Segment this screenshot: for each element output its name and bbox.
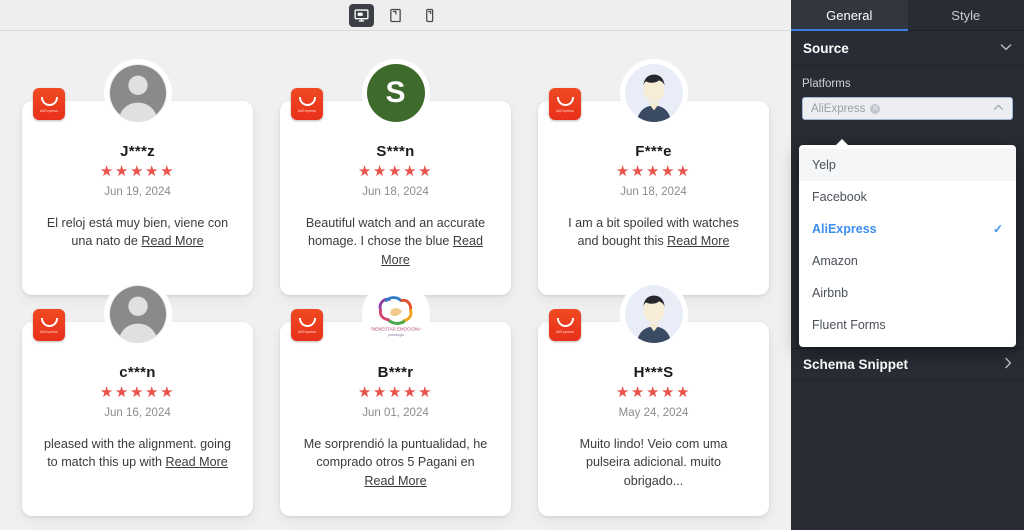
avatar: S	[366, 64, 425, 122]
aliexpress-badge-icon: AliExpress	[549, 88, 581, 120]
badge-label: AliExpress	[297, 329, 317, 334]
aliexpress-badge-icon: AliExpress	[549, 309, 581, 341]
review-text: I am a bit spoiled with watches and boug…	[554, 214, 753, 252]
avatar	[624, 285, 683, 343]
reviewer-name: B***r	[377, 364, 414, 381]
review-date: May 24, 2024	[618, 406, 689, 419]
badge-label: AliExpress	[39, 329, 59, 334]
review-body: Muito lindo! Veio com uma pulseira adici…	[579, 436, 728, 489]
review-date: Jun 18, 2024	[620, 185, 687, 198]
dropdown-option-fluent-forms[interactable]: Fluent Forms	[799, 309, 1016, 341]
platforms-label: Platforms	[802, 78, 851, 90]
reviews-grid: AliExpress J***z ★★★★★ Jun 19, 2024 El r…	[0, 31, 791, 530]
review-body: Me sorprendió la puntualidad, he comprad…	[303, 436, 488, 470]
review-card[interactable]: AliExpress BIENESTAR EMOCIONA psicologia…	[280, 285, 511, 516]
section-source[interactable]: Source	[791, 31, 1024, 66]
chevron-right-icon	[1004, 357, 1012, 372]
rating-stars: ★★★★★	[357, 163, 434, 180]
review-text: pleased with the alignment. going to mat…	[38, 435, 237, 473]
avatar: BIENESTAR EMOCIONA psicologia	[366, 285, 425, 343]
avatar	[108, 64, 167, 122]
read-more-link[interactable]: Read More	[667, 234, 729, 248]
review-card[interactable]: AliExpress c***n ★★★★★ Jun 16, 2024 plea…	[22, 285, 253, 516]
review-date: Jun 18, 2024	[362, 185, 429, 198]
panel-tabs: General Style	[791, 0, 1024, 31]
desktop-icon[interactable]	[349, 3, 374, 27]
chip-label: AliExpress	[811, 102, 866, 115]
option-label: Fluent Forms	[812, 318, 886, 332]
review-text: Me sorprendió la puntualidad, he comprad…	[296, 435, 495, 492]
avatar	[108, 285, 167, 343]
read-more-link[interactable]: Read More	[165, 455, 227, 469]
section-schema-snippet[interactable]: Schema Snippet	[791, 348, 1024, 381]
dropdown-option-aliexpress[interactable]: AliExpress ✓	[799, 213, 1016, 245]
review-card[interactable]: AliExpress H***S ★★★★★ May 24, 2024 Muit…	[538, 285, 769, 516]
read-more-link[interactable]: Read More	[364, 474, 426, 488]
rating-stars: ★★★★★	[615, 163, 692, 180]
review-date: Jun 16, 2024	[104, 406, 171, 419]
reviewer-name: F***e	[635, 143, 672, 160]
review-card[interactable]: AliExpress F***e ★★★★★ Jun 18, 2024 I am…	[538, 64, 769, 295]
rating-stars: ★★★★★	[357, 384, 434, 401]
rating-stars: ★★★★★	[615, 384, 692, 401]
platforms-dropdown: Yelp Facebook AliExpress ✓ Amazon Airbnb …	[799, 139, 1016, 347]
review-text: Beautiful watch and an accurate homage. …	[296, 214, 495, 271]
badge-label: AliExpress	[297, 108, 317, 113]
selected-platform-chip[interactable]: AliExpress ✕	[811, 102, 881, 115]
option-label: AliExpress	[812, 222, 877, 236]
schema-snippet-title: Schema Snippet	[803, 357, 909, 372]
badge-label: AliExpress	[555, 108, 575, 113]
platforms-select[interactable]: AliExpress ✕	[802, 97, 1013, 120]
reviewer-name: S***n	[376, 143, 415, 160]
dropdown-option-airbnb[interactable]: Airbnb	[799, 277, 1016, 309]
preview-area: AliExpress J***z ★★★★★ Jun 19, 2024 El r…	[0, 0, 791, 530]
dropdown-option-facebook[interactable]: Facebook	[799, 181, 1016, 213]
aliexpress-badge-icon: AliExpress	[291, 88, 323, 120]
chevron-down-icon	[1000, 43, 1012, 54]
review-text: El reloj está muy bien, viene con una na…	[38, 214, 237, 252]
aliexpress-badge-icon: AliExpress	[291, 309, 323, 341]
tab-general[interactable]: General	[791, 0, 908, 31]
review-text: Muito lindo! Veio com uma pulseira adici…	[554, 435, 753, 492]
tab-style[interactable]: Style	[907, 0, 1024, 30]
option-label: Airbnb	[812, 286, 849, 300]
logo-title: BIENESTAR EMOCIONA	[370, 326, 420, 331]
settings-panel: General Style Source Platforms AliExpres…	[791, 0, 1024, 530]
badge-label: AliExpress	[39, 108, 59, 113]
device-toolbar	[0, 0, 791, 31]
avatar-initial: S	[366, 64, 425, 122]
logo-subtitle: psicologia	[388, 333, 403, 337]
rating-stars: ★★★★★	[99, 384, 176, 401]
option-label: Amazon	[812, 254, 858, 268]
dropdown-option-amazon[interactable]: Amazon	[799, 245, 1016, 277]
review-card[interactable]: AliExpress J***z ★★★★★ Jun 19, 2024 El r…	[22, 64, 253, 295]
app-root: AliExpress J***z ★★★★★ Jun 19, 2024 El r…	[0, 0, 1024, 530]
option-label: Yelp	[812, 158, 836, 172]
reviewer-name: H***S	[633, 364, 674, 381]
tablet-icon[interactable]	[383, 4, 408, 27]
reviewer-name: J***z	[120, 143, 155, 160]
reviews-canvas: AliExpress J***z ★★★★★ Jun 19, 2024 El r…	[0, 31, 791, 530]
chevron-up-icon[interactable]	[993, 103, 1004, 114]
avatar	[624, 64, 683, 122]
option-label: Facebook	[812, 190, 867, 204]
reviewer-name: c***n	[119, 364, 156, 381]
dropdown-option-yelp[interactable]: Yelp	[799, 149, 1016, 181]
badge-label: AliExpress	[555, 329, 575, 334]
rating-stars: ★★★★★	[99, 163, 176, 180]
close-icon[interactable]: ✕	[870, 103, 881, 114]
review-date: Jun 01, 2024	[362, 406, 429, 419]
review-date: Jun 19, 2024	[104, 185, 171, 198]
check-icon: ✓	[992, 222, 1003, 236]
read-more-link[interactable]: Read More	[141, 234, 203, 248]
review-card[interactable]: AliExpress S S***n ★★★★★ Jun 18, 2024 Be…	[280, 64, 511, 295]
mobile-icon[interactable]	[417, 4, 442, 27]
aliexpress-badge-icon: AliExpress	[33, 88, 65, 120]
platforms-field: Platforms AliExpress ✕	[791, 66, 1024, 120]
aliexpress-badge-icon: AliExpress	[33, 309, 65, 341]
section-source-title: Source	[803, 40, 849, 56]
